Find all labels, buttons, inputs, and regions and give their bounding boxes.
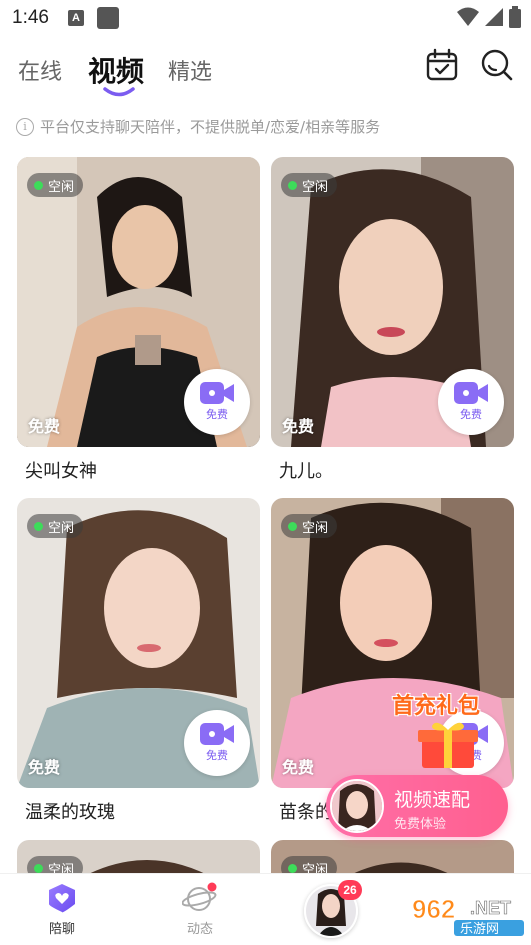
- keyboard-indicator-icon: A: [68, 10, 84, 26]
- video-button-label: 免费: [460, 408, 482, 421]
- host-photo[interactable]: 空闲 免费 免费: [17, 157, 260, 447]
- online-dot: [34, 521, 43, 531]
- online-dot: [288, 180, 297, 190]
- watermark-site-name: 乐游网: [460, 922, 499, 937]
- host-photo[interactable]: 空闲 免费 免费: [271, 157, 514, 447]
- nav-chat[interactable]: 陪聊: [46, 882, 78, 937]
- first-recharge-gift[interactable]: 首充礼包: [392, 688, 481, 768]
- watermark-number: 962: [412, 894, 455, 924]
- status-badge: 空闲: [27, 514, 84, 538]
- app-indicator-icon: [97, 7, 119, 29]
- signal-icon: [485, 8, 503, 26]
- online-dot: [34, 863, 43, 873]
- video-button-label: 免费: [206, 408, 228, 421]
- video-camera-icon: [454, 382, 488, 404]
- status-text: 空闲: [48, 520, 75, 536]
- status-badge: 空闲: [281, 514, 338, 538]
- message-count-badge: 26: [338, 880, 362, 900]
- host-name: 温柔的玫瑰: [25, 802, 115, 823]
- host-card[interactable]: 空闲 免费 免费 尖叫女神: [17, 157, 260, 483]
- free-label: 免费: [282, 417, 315, 436]
- watermark-domain: .NET: [470, 898, 511, 918]
- free-label: 免费: [28, 417, 61, 436]
- host-card[interactable]: 空闲 免费 免费 九儿。: [271, 157, 514, 483]
- tab-active-indicator: [103, 87, 135, 97]
- match-avatar: [330, 779, 384, 833]
- match-subtitle: 免费体验: [394, 817, 447, 832]
- status-bar: 1:46 A: [0, 0, 531, 36]
- heart-shield-icon: [49, 884, 75, 913]
- nav-feed[interactable]: 动态: [182, 882, 218, 937]
- calendar-checkin-icon[interactable]: [425, 48, 459, 82]
- status-text: 空闲: [302, 179, 329, 195]
- video-quick-match-button[interactable]: 视频速配 免费体验: [326, 775, 508, 837]
- gift-box-icon: [418, 722, 478, 768]
- online-dot: [34, 180, 43, 190]
- tab-featured[interactable]: 精选: [168, 54, 212, 86]
- search-icon[interactable]: [480, 48, 514, 82]
- free-label: 免费: [282, 758, 315, 777]
- status-time: 1:46: [12, 7, 49, 28]
- video-button-label: 免费: [206, 749, 228, 762]
- tab-online[interactable]: 在线: [18, 54, 62, 86]
- host-card[interactable]: 空闲 免费 免费 温柔的玫瑰: [17, 498, 260, 824]
- nav-chat-label: 陪聊: [48, 922, 75, 937]
- video-call-button[interactable]: 免费: [184, 710, 250, 776]
- video-camera-icon: [200, 723, 234, 745]
- site-watermark: 962 .NET 乐游网: [400, 888, 524, 937]
- status-icons: [457, 6, 521, 28]
- status-badge: 空闲: [27, 173, 84, 197]
- gift-text: 首充礼包: [392, 694, 481, 719]
- online-dot: [288, 521, 297, 531]
- wifi-icon: [457, 7, 479, 26]
- host-name: 九儿。: [279, 461, 333, 482]
- info-icon: i: [16, 117, 34, 136]
- free-label: 免费: [28, 758, 61, 777]
- battery-icon: [509, 6, 521, 28]
- match-title: 视频速配: [394, 789, 471, 811]
- status-badge: 空闲: [281, 173, 338, 197]
- status-text: 空闲: [302, 520, 329, 536]
- planet-icon: [182, 882, 217, 911]
- notice-text: 平台仅支持聊天陪伴，不提供脱单/恋爱/相亲等服务: [40, 118, 381, 136]
- top-header: 在线 视频 精选: [0, 36, 531, 104]
- host-name: 尖叫女神: [25, 461, 97, 482]
- status-text: 空闲: [48, 179, 75, 195]
- host-photo[interactable]: 空闲 免费 免费: [17, 498, 260, 788]
- video-camera-icon: [200, 382, 234, 404]
- video-call-button[interactable]: 免费: [184, 369, 250, 435]
- online-dot: [288, 863, 297, 873]
- tab-video[interactable]: 视频: [88, 50, 144, 90]
- service-notice: i 平台仅支持聊天陪伴，不提供脱单/恋爱/相亲等服务: [16, 116, 380, 137]
- video-call-button[interactable]: 免费: [438, 369, 504, 435]
- nav-feed-label: 动态: [186, 922, 213, 937]
